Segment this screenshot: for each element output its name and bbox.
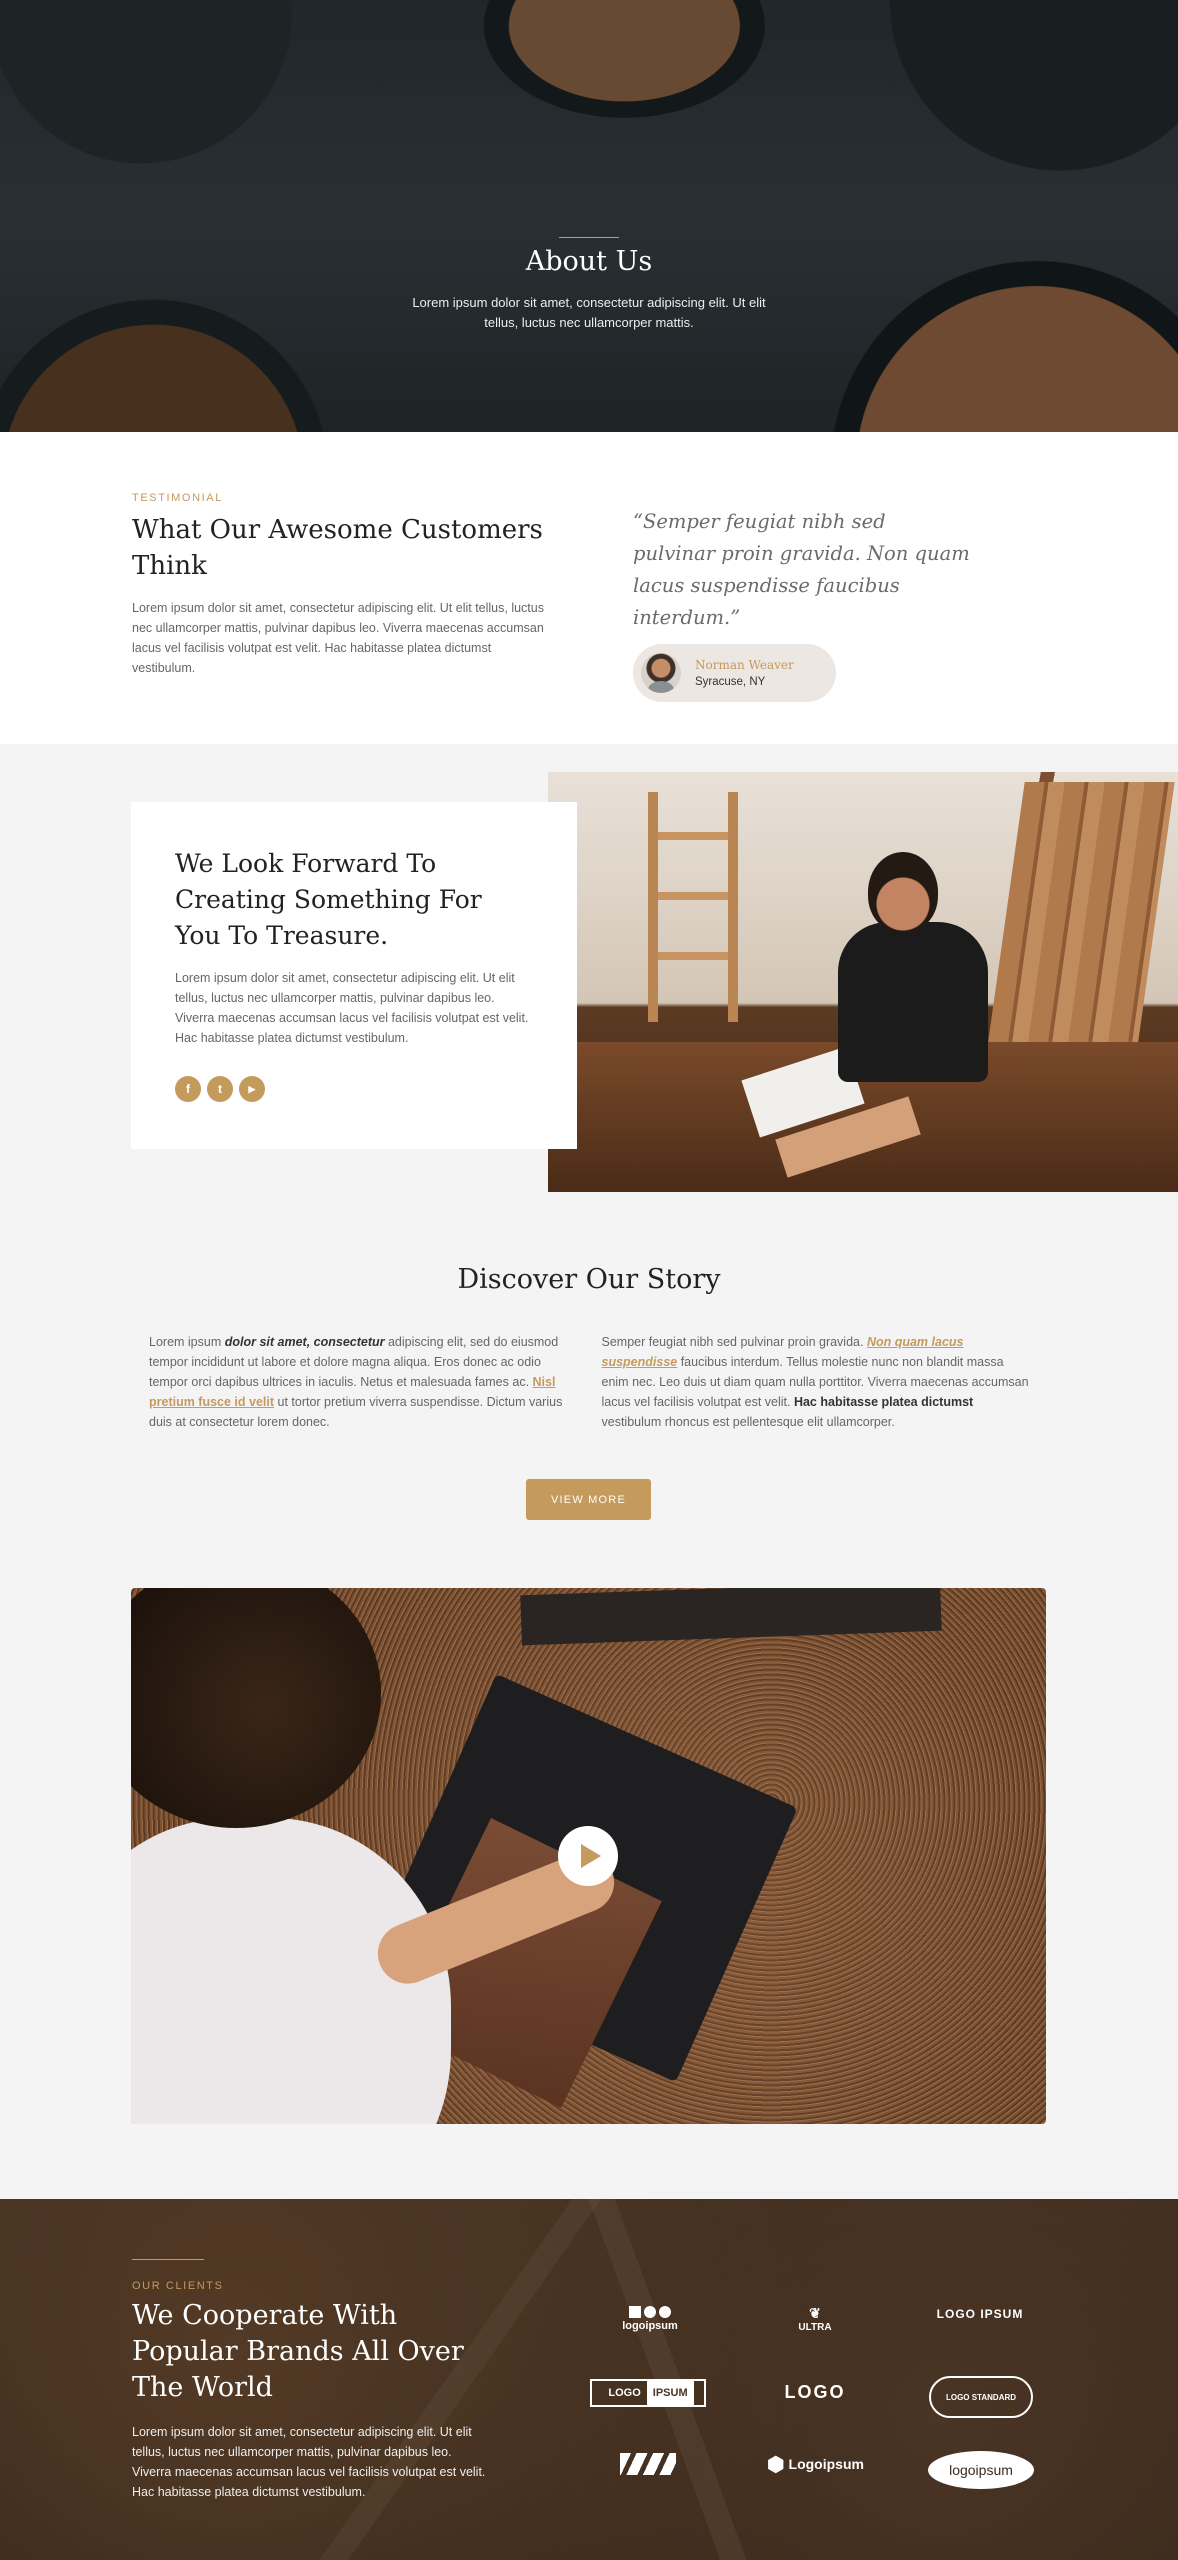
dots-icon: [629, 2306, 671, 2318]
logo-text: LOGO: [784, 2381, 846, 2402]
clients-eyebrow: OUR CLIENTS: [132, 2280, 224, 2292]
story-section: Discover Our Story Lorem ipsum dolor sit…: [0, 1264, 1178, 1429]
video-player[interactable]: [131, 1588, 1046, 2124]
forward-heading: We Look Forward To Creating Something Fo…: [175, 849, 482, 950]
logo-text: logoipsum: [622, 2320, 678, 2332]
client-logo-4: LOGO IPSUM: [590, 2379, 706, 2407]
story-heading: Discover Our Story: [457, 1264, 721, 1295]
facebook-icon[interactable]: f: [175, 1076, 201, 1102]
hero-content: About Us Lorem ipsum dolor sit amet, con…: [0, 237, 1178, 333]
logo-text: Logoipsum: [788, 2456, 864, 2472]
twitter-icon[interactable]: t: [207, 1076, 233, 1102]
author-location: Syracuse, NY: [695, 676, 766, 688]
client-logo-7: [620, 2451, 676, 2477]
youtube-icon[interactable]: ▶: [239, 1076, 265, 1102]
story-text: vestibulum rhoncus est pellentesque elit…: [601, 1415, 895, 1429]
hero-subtitle: Lorem ipsum dolor sit amet, consectetur …: [412, 295, 766, 330]
client-logo-3: LOGO IPSUM: [920, 2299, 1040, 2329]
video-person-hair: [131, 1588, 381, 1828]
avatar: [641, 653, 681, 693]
hero-banner: About Us Lorem ipsum dolor sit amet, con…: [0, 0, 1178, 432]
clients-divider: [132, 2259, 204, 2260]
logo-text: IPSUM: [646, 2381, 694, 2405]
hero-divider: [559, 237, 619, 238]
story-col-left: Lorem ipsum dolor sit amet, consectetur …: [149, 1332, 577, 1432]
author-name: Norman Weaver: [695, 658, 794, 672]
video-machine: [520, 1588, 942, 1646]
story-text: Lorem ipsum: [149, 1335, 225, 1349]
social-links: f t ▶: [175, 1076, 533, 1102]
hexagon-icon: ⬢: [767, 2453, 785, 2476]
testimonial-body: Lorem ipsum dolor sit amet, consectetur …: [132, 601, 544, 675]
forward-body: Lorem ipsum dolor sit amet, consectetur …: [175, 971, 529, 1045]
testimonial-eyebrow: TESTIMONIAL: [132, 492, 223, 504]
clients-body: Lorem ipsum dolor sit amet, consectetur …: [132, 2425, 486, 2499]
testimonial-section: TESTIMONIAL What Our Awesome Customers T…: [0, 432, 1178, 744]
workshop-photo: [548, 772, 1178, 1192]
testimonial-quote: “Semper feugiat nibh sed pulvinar proin …: [633, 510, 970, 629]
craftsman-head: [868, 852, 938, 932]
logo-text: ULTRA: [798, 2322, 832, 2333]
forward-card: We Look Forward To Creating Something Fo…: [131, 802, 577, 1149]
story-text: Semper feugiat nibh sed pulvinar proin g…: [601, 1335, 867, 1349]
logo-text: LOGO IPSUM: [936, 2307, 1024, 2321]
client-logo-8: ⬢ Logoipsum: [758, 2449, 873, 2479]
client-logo-2: ❦ ULTRA: [775, 2299, 855, 2339]
play-icon[interactable]: [558, 1826, 618, 1886]
story-bold-text: dolor sit amet, consectetur: [224, 1335, 385, 1349]
clients-heading: We Cooperate With Popular Brands All Ove…: [132, 2300, 464, 2403]
author-info: Norman Weaver Syracuse, NY: [695, 658, 794, 688]
about-main-section: We Look Forward To Creating Something Fo…: [0, 744, 1178, 2199]
logo-text: LOGO STANDARD: [945, 2392, 1017, 2402]
story-bold-text: Hac habitasse platea dictumst: [793, 1395, 974, 1409]
client-logo-1: logoipsum: [610, 2299, 690, 2339]
client-logo-6: LOGO STANDARD: [929, 2376, 1033, 2418]
craftsman: [828, 852, 988, 1082]
laurel-icon: ❦: [809, 2305, 821, 2321]
workshop-shelf: [648, 792, 738, 1022]
clients-section: OUR CLIENTS We Cooperate With Popular Br…: [0, 2199, 1178, 2560]
testimonial-intro: TESTIMONIAL What Our Awesome Customers T…: [132, 492, 552, 678]
logo-text: logoipsum: [949, 2462, 1013, 2478]
view-more-button[interactable]: VIEW MORE: [526, 1479, 651, 1520]
testimonial-quote-block: “Semper feugiat nibh sed pulvinar proin …: [633, 506, 973, 702]
logo-text: LOGO: [608, 2387, 641, 2399]
story-col-right: Semper feugiat nibh sed pulvinar proin g…: [602, 1332, 1030, 1432]
client-logo-9: logoipsum: [928, 2451, 1034, 2489]
testimonial-author: Norman Weaver Syracuse, NY: [633, 644, 836, 702]
story-columns: Lorem ipsum dolor sit amet, consectetur …: [149, 1332, 1029, 1432]
clients-intro: OUR CLIENTS We Cooperate With Popular Br…: [132, 2259, 492, 2502]
stripes-icon: [620, 2453, 676, 2475]
page-title: About Us: [525, 246, 653, 277]
testimonial-heading: What Our Awesome Customers Think: [132, 515, 543, 581]
client-logo-5: LOGO: [770, 2377, 860, 2407]
craftsman-body: [838, 922, 988, 1082]
